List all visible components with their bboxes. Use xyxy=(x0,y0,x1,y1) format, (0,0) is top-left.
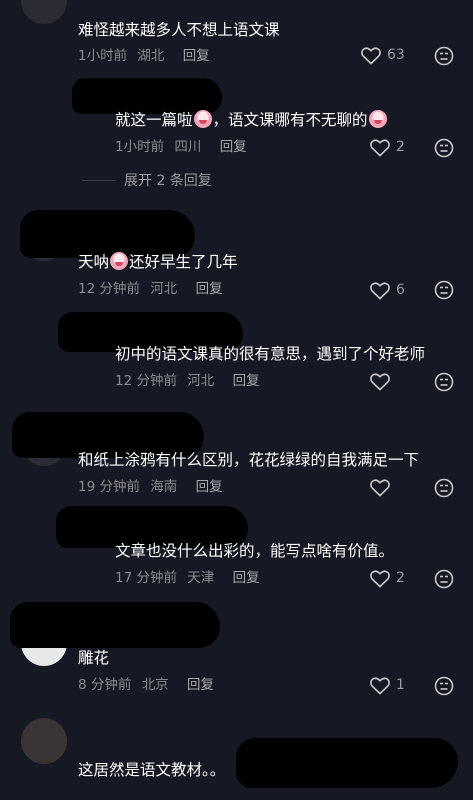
dislike-button[interactable] xyxy=(434,372,454,392)
comment-time: 17 分钟前 xyxy=(115,570,177,586)
comment-text-part: 天呐 xyxy=(78,253,110,271)
comment-text: 初中的语文课真的很有意思，遇到了个好老师 xyxy=(115,345,426,363)
dislike-face-icon xyxy=(434,280,454,300)
reply-button[interactable]: 回复 xyxy=(220,139,247,155)
like-count: 6 xyxy=(396,282,405,298)
like-button[interactable]: 63 xyxy=(360,45,405,65)
like-count: 1 xyxy=(396,677,405,693)
comment-location: 天津 xyxy=(187,570,215,586)
dislike-face-icon xyxy=(434,46,454,66)
dislike-face-icon xyxy=(434,138,454,158)
dislike-button[interactable] xyxy=(434,46,454,66)
reply-button[interactable]: 回复 xyxy=(187,677,214,693)
reply-button[interactable]: 回复 xyxy=(183,48,210,64)
comment-location: 北京 xyxy=(141,677,169,693)
comment-meta: 12 分钟前 河北 回复 xyxy=(78,280,229,298)
dislike-button[interactable] xyxy=(434,676,454,696)
dislike-button[interactable] xyxy=(434,569,454,589)
avatar[interactable] xyxy=(21,718,67,764)
comment-meta: 19 分钟前 海南 回复 xyxy=(78,478,229,496)
heart-outline-icon xyxy=(370,373,390,391)
comment-text: 难怪越来越多人不想上语文课 xyxy=(78,21,280,39)
comment-text: 这居然是语文教材。。 xyxy=(78,761,226,779)
comment-location: 四川 xyxy=(174,139,202,155)
avatar[interactable] xyxy=(21,0,67,24)
comment-text: 和纸上涂鸦有什么区别，花花绿绿的自我满足一下 xyxy=(78,451,420,469)
redacted-username xyxy=(72,78,222,114)
redacted-content xyxy=(236,738,458,788)
heart-outline-icon xyxy=(370,139,390,157)
like-button[interactable]: 2 xyxy=(369,137,405,157)
comment-location: 河北 xyxy=(187,373,215,389)
dislike-button[interactable] xyxy=(434,478,454,498)
comment-meta: 8 分钟前 北京 回复 xyxy=(78,676,220,694)
comment-time: 12 分钟前 xyxy=(115,373,177,389)
like-button[interactable]: 1 xyxy=(369,675,405,695)
heart-outline-icon xyxy=(370,479,390,497)
dislike-face-icon xyxy=(434,676,454,696)
redacted-username xyxy=(10,602,220,648)
expand-replies-label: 展开 2 条回复 xyxy=(124,173,212,189)
reply-button[interactable]: 回复 xyxy=(196,281,223,297)
like-button[interactable] xyxy=(369,371,396,391)
like-count: 2 xyxy=(396,139,405,155)
heart-outline-icon xyxy=(370,570,390,588)
expand-divider xyxy=(82,179,116,181)
comment-list: 难怪越来越多人不想上语文课 1小时前 湖北 回复 63 就这一篇啦 ，语文课哪有不… xyxy=(0,0,473,800)
comment-meta: 12 分钟前 河北 回复 xyxy=(115,372,266,390)
dislike-button[interactable] xyxy=(434,280,454,300)
comment-text: 天呐 还好早生了几年 xyxy=(78,252,238,272)
comment-location: 海南 xyxy=(150,479,178,495)
comment-location: 湖北 xyxy=(137,48,165,64)
like-button[interactable]: 2 xyxy=(369,568,405,588)
comment-text: 就这一篇啦 ，语文课哪有不无聊的 xyxy=(115,110,388,130)
dislike-face-icon xyxy=(434,569,454,589)
comment-meta: 1小时前 湖北 回复 xyxy=(78,47,216,65)
redacted-username xyxy=(20,210,195,258)
comment-time: 1小时前 xyxy=(115,139,165,155)
reply-button[interactable]: 回复 xyxy=(233,570,260,586)
dislike-button[interactable] xyxy=(434,138,454,158)
comment-time: 1小时前 xyxy=(78,48,128,64)
comment-time: 12 分钟前 xyxy=(78,281,140,297)
comment-meta: 1小时前 四川 回复 xyxy=(115,138,253,156)
heart-outline-icon xyxy=(370,677,390,695)
heart-outline-icon xyxy=(370,282,390,300)
heart-outline-icon xyxy=(361,47,381,65)
dislike-face-icon xyxy=(434,478,454,498)
like-button[interactable]: 6 xyxy=(369,280,405,300)
reply-button[interactable]: 回复 xyxy=(196,479,223,495)
like-count: 2 xyxy=(396,570,405,586)
comment-time: 19 分钟前 xyxy=(78,479,140,495)
comment-text-part: 还好早生了几年 xyxy=(129,253,238,271)
comment-time: 8 分钟前 xyxy=(78,677,132,693)
dislike-face-icon xyxy=(434,372,454,392)
comment-text-part: ，语文课哪有不无聊的 xyxy=(212,111,368,129)
crying-face-emoji-icon xyxy=(368,110,387,128)
like-count: 63 xyxy=(387,47,405,63)
comment-location: 河北 xyxy=(150,281,178,297)
reply-button[interactable]: 回复 xyxy=(233,373,260,389)
comment-text: 雕花 xyxy=(78,649,110,667)
comment-meta: 17 分钟前 天津 回复 xyxy=(115,569,266,587)
crying-face-emoji-icon xyxy=(193,110,212,128)
comment-text: 文章也没什么出彩的，能写点啥有价值。 xyxy=(115,542,395,560)
comment-text-part: 就这一篇啦 xyxy=(115,111,193,129)
crying-face-emoji-icon xyxy=(110,252,129,270)
expand-replies-button[interactable]: 展开 2 条回复 xyxy=(82,170,212,190)
like-button[interactable] xyxy=(369,477,396,497)
